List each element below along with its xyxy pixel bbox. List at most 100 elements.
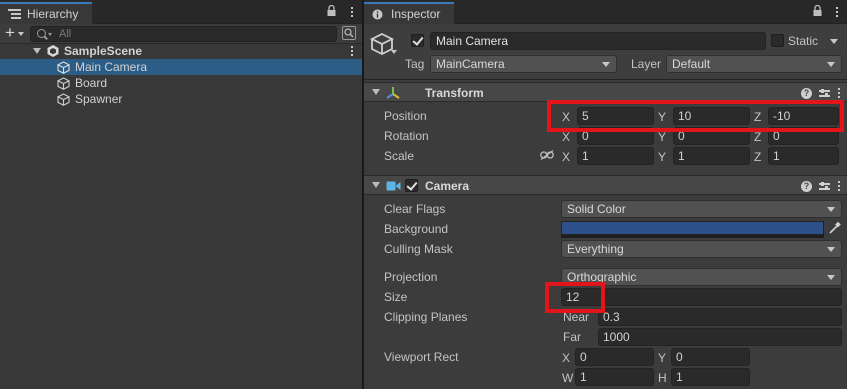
viewport-rect-label: Viewport Rect [384,350,459,364]
tab-inspector-label: Inspector [391,7,441,21]
camera-header[interactable]: Camera ? [364,175,847,195]
camera-title: Camera [425,179,470,193]
component-menu-icon[interactable] [837,179,841,193]
scene-row[interactable]: SampleScene [0,43,362,59]
viewport-y-field[interactable]: 0 [671,348,750,366]
axis-x-label[interactable]: X [562,150,570,164]
axis-h-label[interactable]: H [658,371,667,385]
help-icon[interactable]: ? [801,87,812,99]
presets-icon[interactable] [819,181,830,191]
hierarchy-item[interactable]: Spawner [0,91,362,107]
lock-icon[interactable] [327,5,336,16]
chevron-down-icon[interactable] [391,50,397,54]
background-color-swatch[interactable] [561,221,824,235]
gameobject-cube-icon [57,60,70,74]
chevron-down-icon [827,207,835,212]
search-icon [37,29,46,38]
culling-mask-value: Everything [567,242,624,256]
hierarchy-item[interactable]: Main Camera [0,59,362,75]
chevron-down-icon [827,247,835,252]
chevron-down-icon [827,275,835,280]
constrain-proportions-link-icon[interactable] [540,150,554,160]
hierarchy-toolbar: + [0,24,362,44]
camera-icon [386,181,401,191]
camera-enabled-checkbox[interactable] [405,179,418,192]
inspector-menu-icon[interactable] [835,4,839,20]
tab-hierarchy[interactable]: Hierarchy [0,2,92,24]
presets-icon[interactable] [819,88,830,98]
static-checkbox[interactable] [771,34,784,47]
culling-mask-dropdown[interactable]: Everything [561,240,842,258]
axis-x-label[interactable]: X [562,130,570,144]
expand-arrow-icon[interactable] [372,182,380,188]
layer-value: Default [672,57,711,71]
inspector-panel: Inspector Main Camera Static Tag MainCam… [364,0,847,389]
far-field[interactable]: 1000 [598,328,842,346]
tab-inspector[interactable]: Inspector [364,2,454,24]
viewport-x-field[interactable]: 0 [575,348,654,366]
projection-label: Projection [384,270,438,284]
tag-label: Tag [405,57,425,71]
hierarchy-item[interactable]: Board [0,75,362,91]
transform-title: Transform [425,86,484,100]
object-name-field[interactable]: Main Camera [430,32,766,50]
help-icon[interactable]: ? [801,180,812,192]
object-header: Main Camera Static Tag MainCamera Layer … [364,24,847,80]
chevron-down-icon[interactable] [830,39,838,44]
gameobject-cube-icon [57,76,70,90]
axis-y-label[interactable]: Y [658,351,666,365]
hierarchy-item-label: Board [75,76,108,90]
scene-name: SampleScene [64,44,143,58]
gameobject-cube-icon [57,92,70,106]
clear-flags-value: Solid Color [567,202,626,216]
add-object-button[interactable]: + [2,24,28,43]
clear-flags-label: Clear Flags [384,202,446,216]
inspector-tabbar: Inspector [364,0,847,24]
hierarchy-item-label: Spawner [75,92,123,106]
hierarchy-panel: Hierarchy + SampleScene [0,0,362,389]
viewport-w-field[interactable]: 1 [575,368,654,386]
hierarchy-search[interactable] [30,26,337,42]
clear-flags-dropdown[interactable]: Solid Color [561,200,842,218]
axis-z-label[interactable]: Z [754,130,761,144]
chevron-down-icon [827,62,835,67]
axis-z-label[interactable]: Z [754,150,761,164]
scale-label: Scale [384,149,415,163]
axis-y-label[interactable]: Y [658,130,666,144]
active-checkbox[interactable] [411,34,424,47]
hierarchy-menu-icon[interactable] [350,4,354,20]
viewport-h-field[interactable]: 1 [671,368,750,386]
chevron-down-icon [18,32,24,36]
static-label: Static [788,34,819,48]
axis-w-label[interactable]: W [562,371,573,385]
far-label[interactable]: Far [563,330,581,344]
tab-hierarchy-label: Hierarchy [27,7,79,21]
transform-header[interactable]: Transform ? [364,82,847,102]
expand-arrow-icon[interactable] [33,48,41,54]
near-field[interactable]: 0.3 [598,308,842,326]
scale-y-field[interactable]: 1 [673,147,750,165]
layer-dropdown[interactable]: Default [666,55,842,73]
search-filter-caret-icon[interactable] [48,33,52,36]
chevron-down-icon [602,62,610,67]
position-highlight-box [547,100,844,132]
inspector-info-icon [372,9,383,19]
scene-visibility-icon[interactable] [342,26,356,40]
scale-x-field[interactable]: 1 [577,147,654,165]
component-menu-icon[interactable] [837,86,841,100]
scene-menu-icon[interactable] [350,43,354,59]
expand-arrow-icon[interactable] [372,89,380,95]
background-label: Background [384,222,449,236]
transform-axes-icon [386,87,400,99]
search-input[interactable] [59,27,329,41]
axis-y-label[interactable]: Y [658,150,666,164]
tag-dropdown[interactable]: MainCamera [430,55,617,73]
hierarchy-item-label: Main Camera [75,60,148,74]
unity-scene-icon [47,45,59,57]
tag-value: MainCamera [436,57,505,71]
background-alpha-bar [561,235,824,238]
lock-icon[interactable] [813,5,822,16]
axis-x-label[interactable]: X [562,351,570,365]
scale-z-field[interactable]: 1 [768,147,839,165]
eyedropper-icon[interactable] [829,222,841,234]
